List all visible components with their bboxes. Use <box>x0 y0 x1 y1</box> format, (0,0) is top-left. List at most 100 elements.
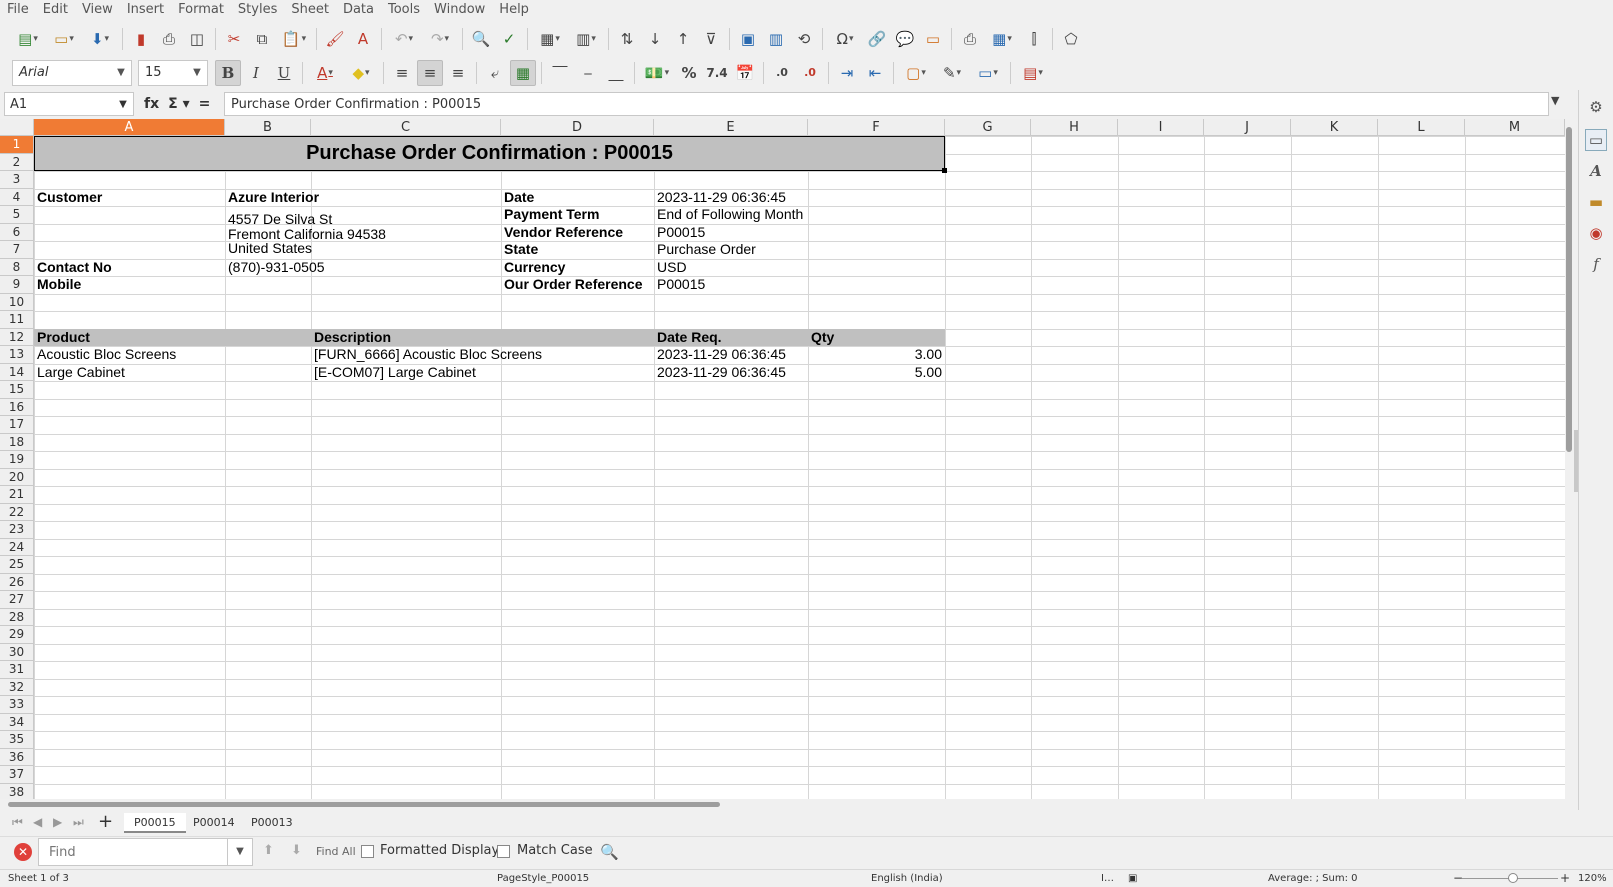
font-size-box[interactable]: 15 ▼ <box>138 59 208 86</box>
row-header[interactable]: 29 <box>0 626 34 644</box>
close-icon[interactable]: ✕ <box>14 843 32 861</box>
column-header[interactable]: A <box>34 119 225 136</box>
show-draw-functions-icon[interactable]: ⬠ <box>1058 26 1084 52</box>
define-print-area-icon[interactable]: ⎙ <box>957 26 983 52</box>
sum-icon[interactable]: Σ ▾ <box>168 96 189 112</box>
first-sheet-icon[interactable]: ⏮ <box>12 815 23 830</box>
row-header[interactable]: 9 <box>0 276 34 294</box>
row-header[interactable]: 21 <box>0 486 34 504</box>
percent-format-icon[interactable]: % <box>676 60 702 86</box>
hyperlink-icon[interactable]: 🔗 <box>864 26 890 52</box>
autofilter-icon[interactable]: ⊽ <box>698 26 724 52</box>
chevron-down-icon[interactable]: ▼ <box>113 99 133 110</box>
zoom-slider-knob[interactable] <box>1508 873 1518 883</box>
formula-input[interactable]: Purchase Order Confirmation : P00015 <box>224 92 1549 116</box>
find-next-icon[interactable]: ⬇ <box>291 843 302 858</box>
menu-styles[interactable]: Styles <box>231 0 284 20</box>
align-middle-icon[interactable]: ⎯ <box>575 60 601 86</box>
sheet-tab[interactable]: P00013 <box>241 813 303 833</box>
row-header[interactable]: 34 <box>0 713 34 731</box>
headers-footers-icon[interactable]: ▭ <box>920 26 946 52</box>
row-header[interactable]: 14 <box>0 363 34 381</box>
find-replace-icon[interactable]: 🔍 <box>468 26 494 52</box>
row-header[interactable]: 12 <box>0 328 34 346</box>
row-header[interactable]: 32 <box>0 678 34 696</box>
add-decimal-icon[interactable]: .0 <box>769 60 795 86</box>
spelling-icon[interactable]: ✓ <box>496 26 522 52</box>
decrease-indent-icon[interactable]: ⇤ <box>862 60 888 86</box>
menu-window[interactable]: Window <box>427 0 492 20</box>
align-top-icon[interactable]: ⎺ <box>547 60 573 86</box>
pivot-table-icon[interactable]: ⟲ <box>791 26 817 52</box>
number-format-icon[interactable]: 7.4 <box>704 60 730 86</box>
spreadsheet-grid[interactable]: A B C D E F G H I J K L M 1 2 3 4 5 6 7 8 9 10 11 12 13 14 15 16 17 18… <box>0 119 1565 799</box>
order-reference-label[interactable]: Our Order Reference <box>501 276 643 294</box>
row-header[interactable]: 1 <box>0 136 34 154</box>
address-line-3[interactable]: United States <box>225 240 312 258</box>
contact-value[interactable]: (870)-931-0505 <box>225 259 325 277</box>
description-header[interactable]: Description <box>311 329 391 347</box>
menu-view[interactable]: View <box>75 0 120 20</box>
row-header[interactable]: 18 <box>0 433 34 451</box>
row-header[interactable]: 33 <box>0 696 34 714</box>
expand-formula-icon[interactable]: ▼ <box>1551 94 1559 107</box>
export-pdf-icon[interactable]: ▮ <box>128 26 154 52</box>
find-replace-icon[interactable]: 🔍 <box>600 843 619 861</box>
vertical-scroll-thumb[interactable] <box>1566 127 1572 452</box>
font-color-icon[interactable]: A <box>308 60 342 86</box>
menu-edit[interactable]: Edit <box>36 0 75 20</box>
qty-header[interactable]: Qty <box>808 329 834 347</box>
clone-formatting-icon[interactable]: 🖌 <box>322 26 348 52</box>
currency-label[interactable]: Currency <box>501 259 565 277</box>
row-header[interactable]: 11 <box>0 311 34 329</box>
align-right-icon[interactable]: ≡ <box>445 60 471 86</box>
conditional-format-icon[interactable]: ▤ <box>1016 60 1050 86</box>
row-header[interactable]: 31 <box>0 661 34 679</box>
customer-name[interactable]: Azure Interior <box>225 189 319 207</box>
zoom-level[interactable]: 120% <box>1578 873 1607 884</box>
undo-icon[interactable]: ↶ <box>387 26 421 52</box>
menu-help[interactable]: Help <box>492 0 536 20</box>
sheet-tab[interactable]: P00015 <box>124 813 186 833</box>
row-header[interactable]: 10 <box>0 293 34 311</box>
row-header[interactable]: 37 <box>0 766 34 784</box>
row-header[interactable]: 17 <box>0 416 34 434</box>
add-sheet-icon[interactable]: + <box>98 811 113 832</box>
insert-chart-icon[interactable]: ▥ <box>763 26 789 52</box>
state-value[interactable]: Purchase Order <box>654 241 756 259</box>
comment-icon[interactable]: 💬 <box>892 26 918 52</box>
row-header[interactable]: 13 <box>0 346 34 364</box>
date-label[interactable]: Date <box>501 189 534 207</box>
date-format-icon[interactable]: 📅 <box>732 60 758 86</box>
sidebar-handle[interactable] <box>1574 430 1578 492</box>
split-window-icon[interactable]: ⫿ <box>1021 26 1047 52</box>
menu-format[interactable]: Format <box>171 0 231 20</box>
line-qty[interactable]: 3.00 <box>808 346 945 364</box>
redo-icon[interactable]: ↷ <box>423 26 457 52</box>
row-header[interactable]: 3 <box>0 171 34 189</box>
functions-icon[interactable]: f <box>1585 253 1607 275</box>
column-header[interactable]: B <box>225 119 311 136</box>
name-box[interactable]: A1 ▼ <box>4 92 134 116</box>
column-header[interactable]: J <box>1204 119 1291 136</box>
save-icon[interactable]: ⬇ <box>83 26 117 52</box>
row-header[interactable]: 4 <box>0 188 34 206</box>
increase-indent-icon[interactable]: ⇥ <box>834 60 860 86</box>
gallery-icon[interactable]: ▬ <box>1585 191 1607 213</box>
row-header[interactable]: 27 <box>0 591 34 609</box>
special-character-icon[interactable]: Ω <box>828 26 862 52</box>
find-input[interactable] <box>38 838 228 866</box>
column-header[interactable]: C <box>311 119 501 136</box>
column-header[interactable]: M <box>1465 119 1565 136</box>
product-header[interactable]: Product <box>34 329 90 347</box>
find-all-button[interactable]: Find All <box>316 845 356 858</box>
find-previous-icon[interactable]: ⬆ <box>263 843 274 858</box>
navigator-icon[interactable]: ◉ <box>1585 222 1607 244</box>
formula-icon[interactable]: = <box>199 96 211 112</box>
row-header[interactable]: 26 <box>0 573 34 591</box>
print-icon[interactable]: ⎙ <box>156 26 182 52</box>
row-header[interactable]: 16 <box>0 398 34 416</box>
open-icon[interactable]: ▭ <box>47 26 81 52</box>
row-header[interactable]: 15 <box>0 381 34 399</box>
line-product[interactable]: Large Cabinet <box>34 364 125 382</box>
